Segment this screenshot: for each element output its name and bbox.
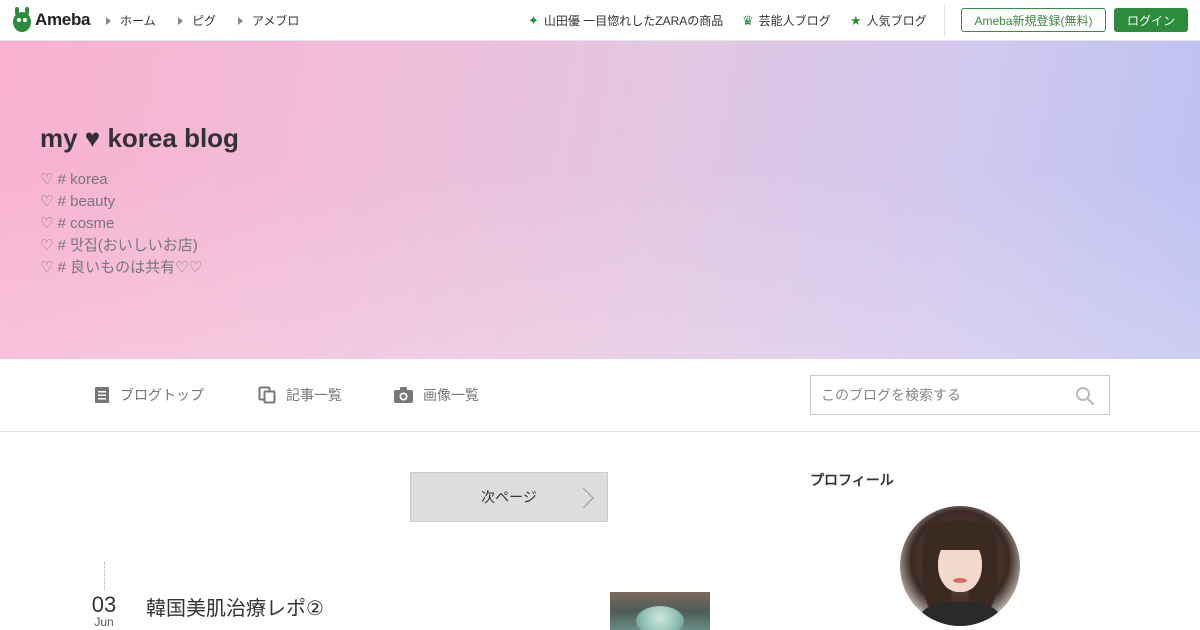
subnav-image-list[interactable]: 画像一覧	[394, 359, 479, 431]
blog-description: ♡ # korea ♡ # beauty ♡ # cosme ♡ # 맛집(おい…	[40, 169, 202, 279]
subnav-article-list-label: 記事一覧	[286, 387, 342, 403]
blog-subnav: ブログトップ 記事一覧 画像一覧	[0, 359, 1200, 432]
entry-title[interactable]: 韓国美肌治療レポ②	[146, 592, 324, 621]
logo-text: Ameba	[35, 10, 91, 29]
subnav-blog-top-label: ブログトップ	[120, 387, 204, 403]
login-button[interactable]: ログイン	[1114, 8, 1188, 32]
entry-thumbnail[interactable]	[610, 592, 710, 630]
register-button[interactable]: Ameba新規登録(無料)	[961, 8, 1106, 32]
profile-avatar[interactable]	[900, 506, 1020, 626]
blog-title[interactable]: my ♥ korea blog	[40, 123, 239, 154]
blog-search	[810, 375, 1110, 415]
document-icon	[95, 387, 109, 403]
nav-ameblo[interactable]: アメブロ	[238, 0, 299, 41]
entry-timeline	[104, 562, 105, 590]
celebrity-blog-label: 芸能人ブログ	[758, 14, 831, 28]
sparkle-icon: ✦	[528, 12, 539, 28]
avatar-hair	[930, 520, 990, 550]
description-line: ♡ # 良いものは共有♡♡	[40, 259, 203, 276]
description-line: ♡ # cosme	[40, 215, 115, 232]
nav-pigg-label: ピグ	[192, 14, 217, 28]
nav-pigg[interactable]: ピグ	[178, 0, 216, 41]
caret-right-icon	[106, 16, 111, 25]
subnav-article-list[interactable]: 記事一覧	[258, 359, 342, 431]
description-line: ♡ # beauty	[40, 193, 116, 210]
entry-date-month: Jun	[94, 615, 114, 629]
crown-icon: ♛	[742, 12, 754, 28]
next-page-label: 次ページ	[481, 489, 537, 505]
celebrity-blog-link[interactable]: ♛ 芸能人ブログ	[742, 0, 831, 41]
caret-right-icon	[178, 16, 183, 25]
topic-link[interactable]: ✦ 山田優 一目惚れしたZARAの商品	[528, 0, 723, 41]
description-line: ♡ # korea	[40, 171, 108, 188]
profile-heading: プロフィール	[810, 472, 894, 488]
blog-search-input[interactable]	[811, 376, 1061, 414]
popular-blog-link[interactable]: ★ 人気ブログ	[850, 0, 927, 41]
header-divider	[944, 4, 945, 37]
avatar-lips	[953, 578, 967, 583]
star-icon: ★	[850, 12, 862, 28]
copy-icon	[258, 386, 276, 404]
subnav-image-list-label: 画像一覧	[423, 387, 479, 403]
chevron-right-icon	[582, 487, 595, 509]
ameba-logo[interactable]: Ameba	[12, 7, 90, 33]
blog-header-banner: my ♥ korea blog ♡ # korea ♡ # beauty ♡ #…	[0, 41, 1200, 359]
ameba-mascot-icon	[13, 7, 31, 32]
nav-home[interactable]: ホーム	[106, 0, 156, 41]
avatar-body	[920, 602, 1000, 626]
subnav-blog-top[interactable]: ブログトップ	[94, 359, 204, 431]
camera-icon	[394, 387, 413, 403]
nav-home-label: ホーム	[120, 14, 156, 28]
search-icon[interactable]	[1075, 386, 1095, 411]
global-header: Ameba ホーム ピグ アメブロ ✦ 山田優 一目惚れしたZARAの商品 ♛ …	[0, 0, 1200, 41]
topic-link-label: 山田優 一目惚れしたZARAの商品	[543, 14, 724, 28]
nav-ameblo-label: アメブロ	[252, 14, 300, 28]
description-line: ♡ # 맛집(おいしいお店)	[40, 237, 198, 254]
popular-blog-label: 人気ブログ	[866, 14, 927, 28]
thumbnail-cup-image	[636, 606, 684, 630]
caret-right-icon	[238, 16, 243, 25]
next-page-button[interactable]: 次ページ	[410, 472, 608, 522]
